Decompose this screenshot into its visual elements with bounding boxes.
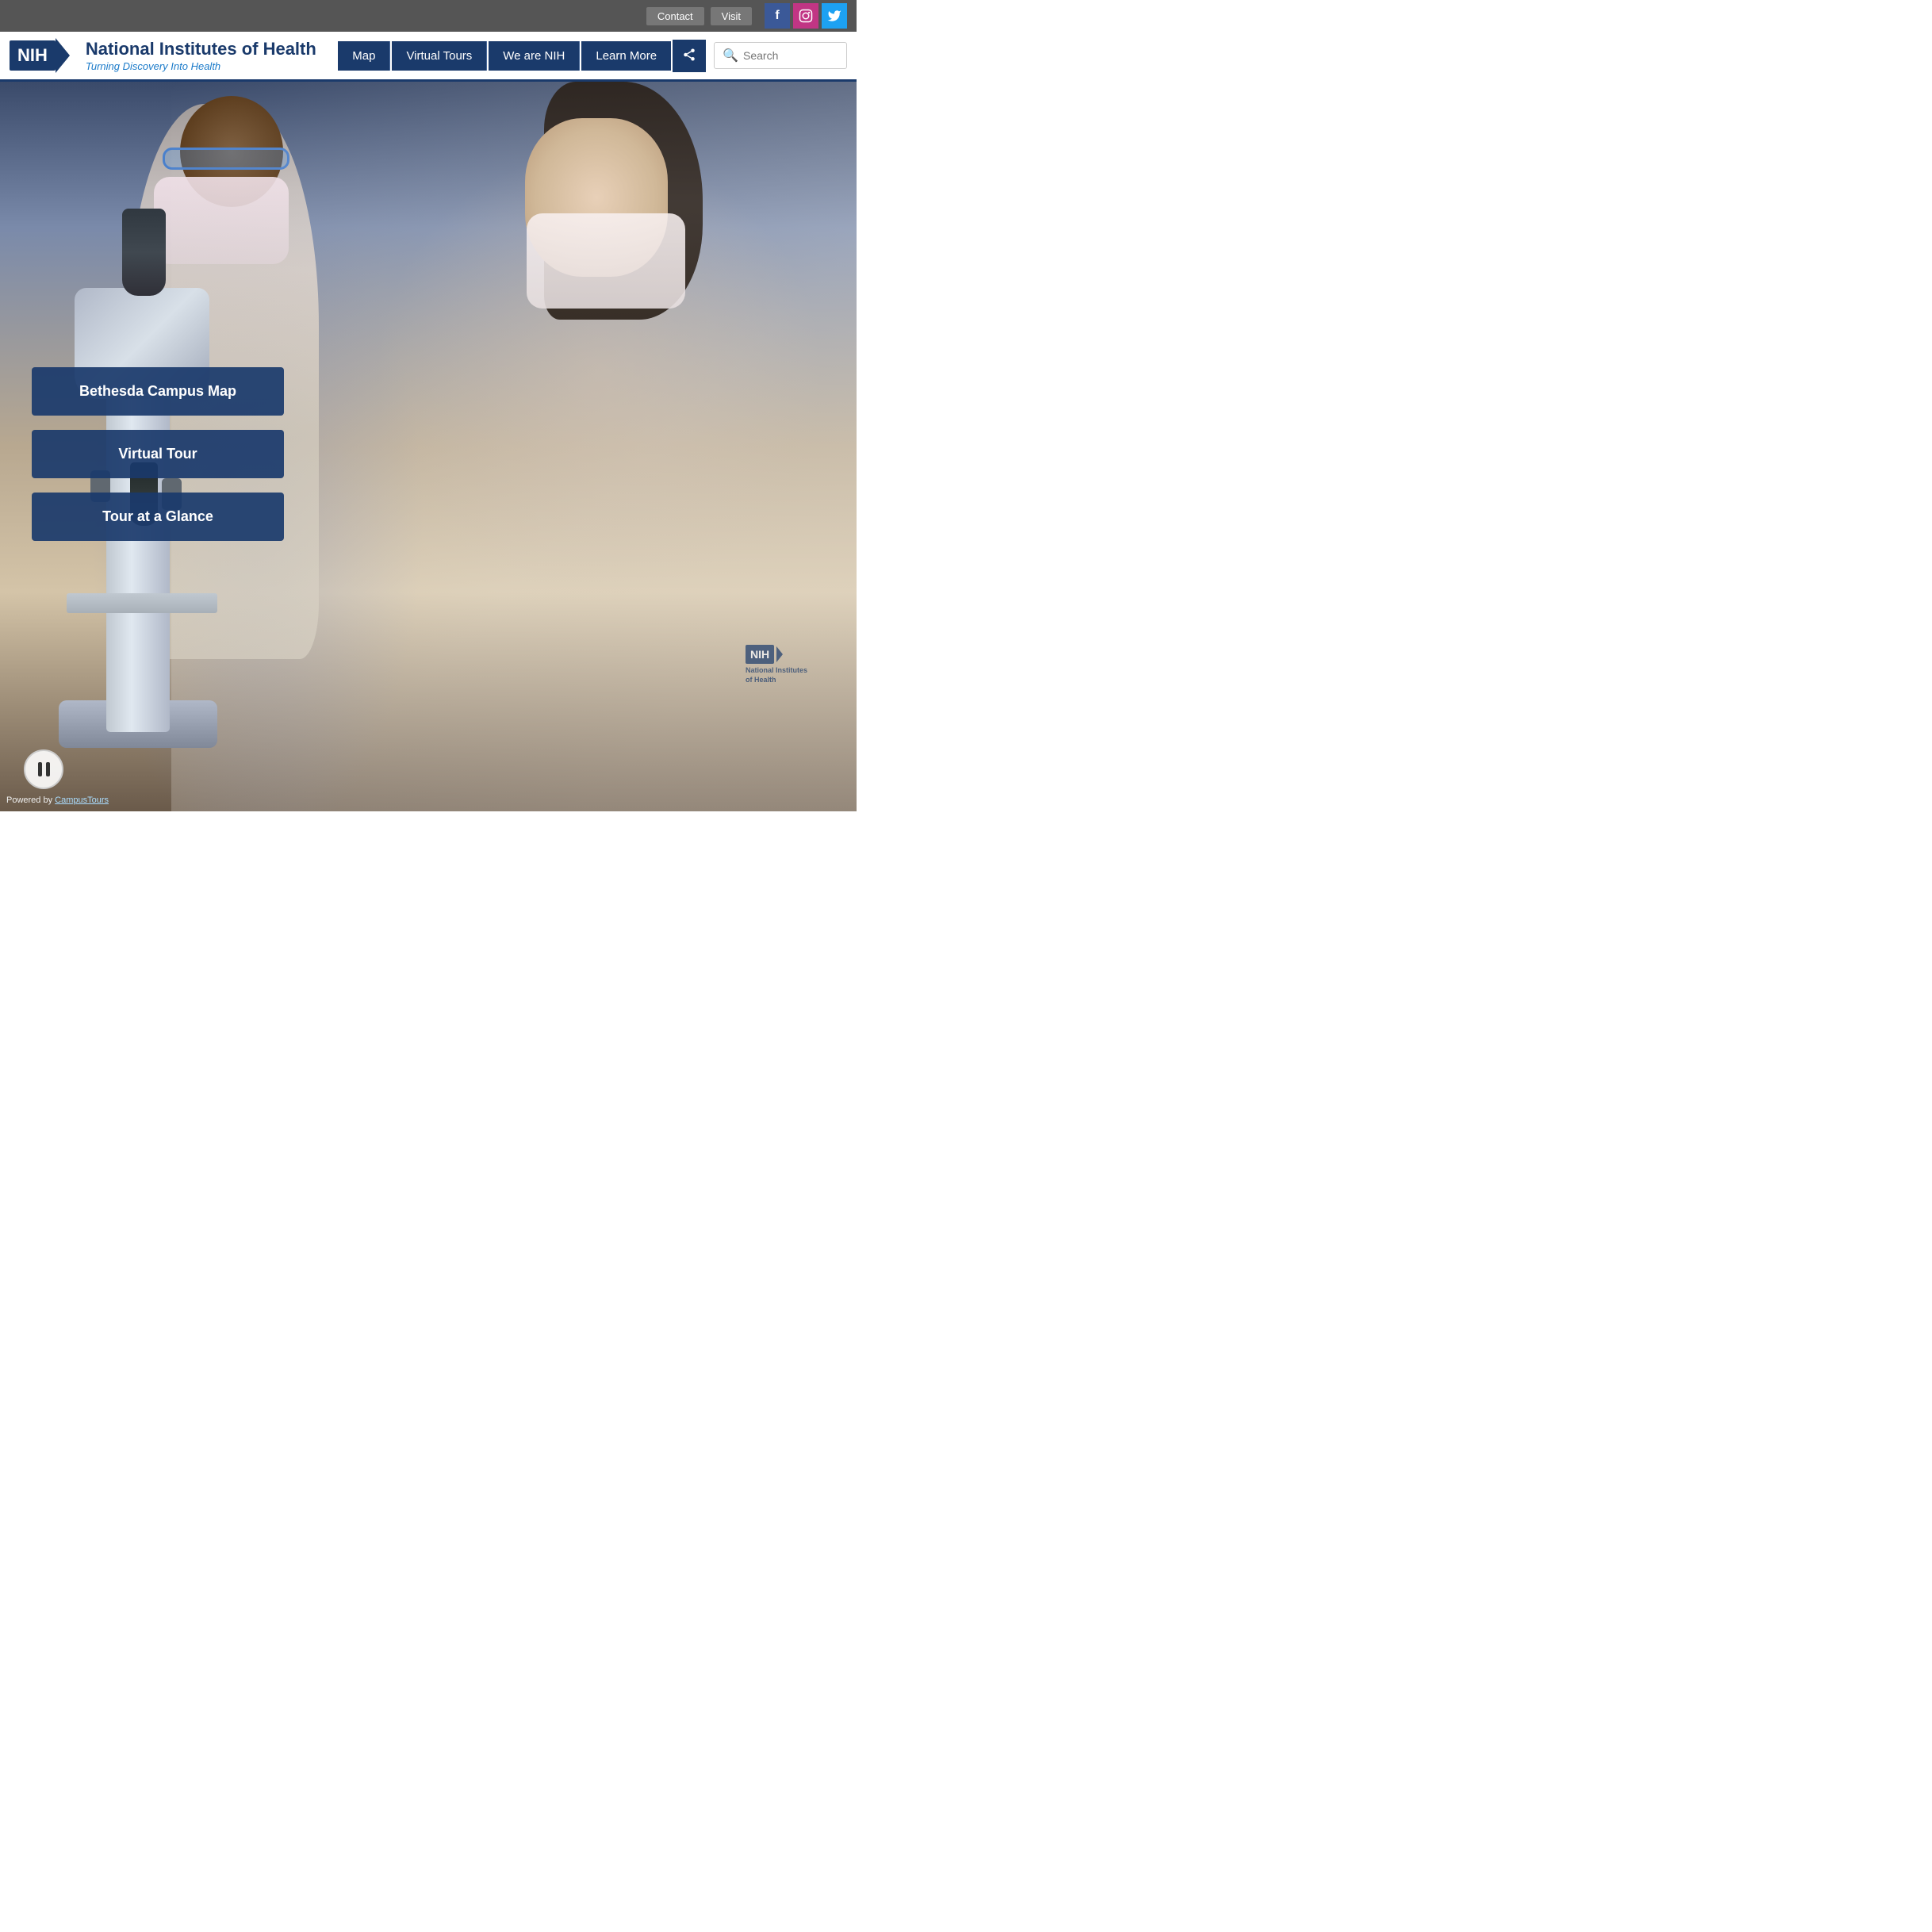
pause-button[interactable] xyxy=(24,749,63,789)
top-utility-bar: Contact Visit f xyxy=(0,0,857,32)
nih-coat-watermark: NIH National Institutesof Health xyxy=(746,645,809,716)
twitter-icon[interactable] xyxy=(822,3,847,29)
nav-item-virtual-tours[interactable]: Virtual Tours xyxy=(392,41,487,71)
powered-by-text: Powered by xyxy=(6,795,52,805)
cta-buttons-group: Bethesda Campus Map Virtual Tour Tour at… xyxy=(32,367,284,541)
social-icons-group: f xyxy=(765,3,847,29)
nih-arrow-icon xyxy=(56,38,70,73)
tour-at-a-glance-button[interactable]: Tour at a Glance xyxy=(32,493,284,541)
search-box[interactable]: 🔍 xyxy=(714,42,847,69)
person-fg-mask xyxy=(527,213,685,309)
search-icon: 🔍 xyxy=(723,48,738,63)
logo-text: National Institutes of Health Turning Di… xyxy=(86,39,316,71)
nih-abbreviation: NIH xyxy=(10,40,56,71)
instagram-icon[interactable] xyxy=(793,3,818,29)
share-button[interactable] xyxy=(673,40,706,72)
org-tagline: Turning Discovery Into Health xyxy=(86,60,316,72)
footer-attribution: Powered by CampusTours xyxy=(6,795,109,805)
nih-logo[interactable]: NIH xyxy=(10,38,70,73)
facebook-icon[interactable]: f xyxy=(765,3,790,29)
contact-button[interactable]: Contact xyxy=(646,7,704,25)
search-input[interactable] xyxy=(743,49,838,62)
nav-item-learn-more[interactable]: Learn More xyxy=(581,41,671,71)
nav-item-map[interactable]: Map xyxy=(338,41,390,71)
hero-section: Bethesda Campus Map Virtual Tour Tour at… xyxy=(0,82,857,811)
bethesda-campus-map-button[interactable]: Bethesda Campus Map xyxy=(32,367,284,416)
microscope-stage xyxy=(67,593,217,613)
campus-tours-link[interactable]: CampusTours xyxy=(55,795,109,805)
visit-button[interactable]: Visit xyxy=(711,7,752,25)
logo-area: NIH National Institutes of Health Turnin… xyxy=(10,38,338,73)
pause-icon xyxy=(38,762,50,776)
nav-item-we-are-nih[interactable]: We are NIH xyxy=(489,41,580,71)
microscope-eyepiece xyxy=(122,209,166,296)
main-navigation: Map Virtual Tours We are NIH Learn More … xyxy=(338,40,847,72)
org-name: National Institutes of Health xyxy=(86,39,316,59)
virtual-tour-button[interactable]: Virtual Tour xyxy=(32,430,284,478)
site-header: NIH National Institutes of Health Turnin… xyxy=(0,32,857,82)
